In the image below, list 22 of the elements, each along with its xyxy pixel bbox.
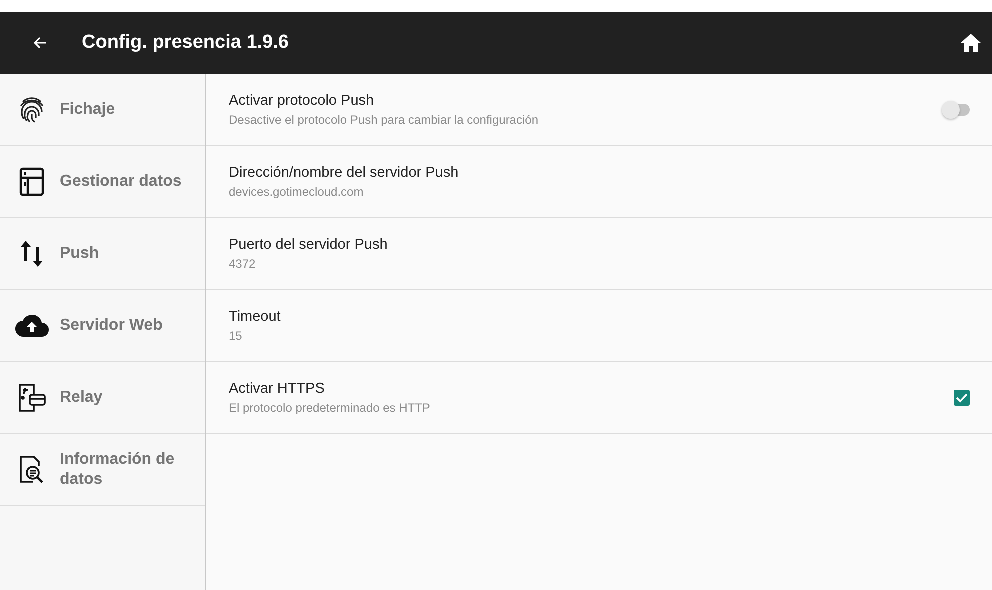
sidebar-item[interactable]: Información de datos [0,434,205,506]
settings-row[interactable]: Dirección/nombre del servidor Push devices.gotimecloud.com [206,146,992,218]
settings-row[interactable]: Activar protocolo Push Desactive el protocolo Push para cambiar la configuración [206,74,992,146]
sidebar-item[interactable]: Relay [0,362,205,434]
setting-summary: devices.gotimecloud.com [229,184,365,198]
settings-row[interactable]: Puerto del servidor Push 4372 [206,218,992,290]
setting-summary: 15 [229,328,244,342]
sidebar-item[interactable]: Push [0,218,205,290]
sidebar-item[interactable]: Fichaje [0,74,205,146]
setting-summary: El protocolo predeterminado es HTTP [229,400,432,414]
setting-title: Timeout [229,308,282,324]
sidebar-item[interactable]: Gestionar datos [0,146,205,218]
setting-title: Activar protocolo Push [229,92,376,108]
setting-title: Activar HTTPS [229,380,326,396]
setting-title: Dirección/nombre del servidor Push [229,164,460,180]
screen-title: Config. presencia 1.9.6 [82,32,289,54]
sidebar-item[interactable]: Servidor Web [0,290,205,362]
setting-summary: 4372 [229,256,257,270]
setting-summary: Desactive el protocolo Push para cambiar la configuración [229,112,540,126]
setting-title: Puerto del servidor Push [229,236,389,252]
settings-row[interactable]: Timeout 15 [206,290,992,362]
settings-row[interactable]: Activar HTTPS El protocolo predeterminado es HTTP [206,362,992,434]
